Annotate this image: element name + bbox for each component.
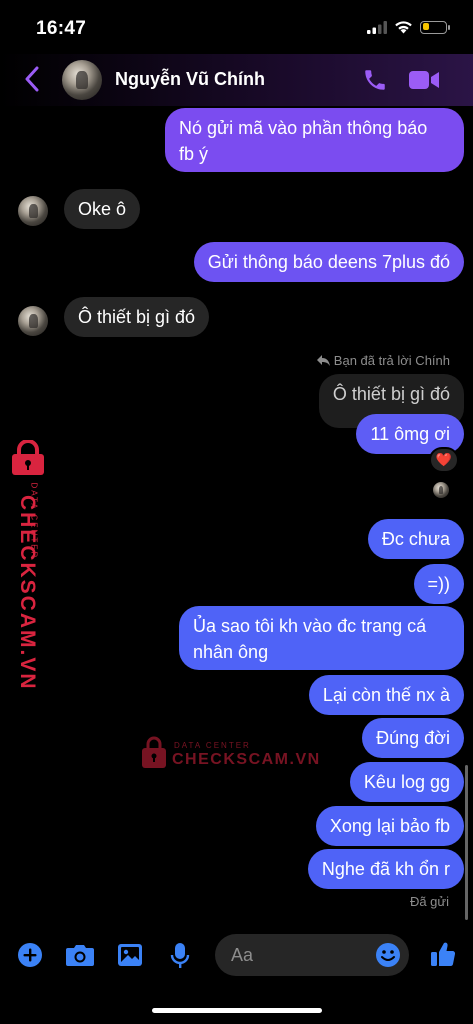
contact-name[interactable]: Nguyễn Vũ Chính — [115, 69, 265, 90]
reply-indicator: Bạn đã trả lời Chính — [316, 353, 450, 368]
wifi-icon — [395, 21, 412, 34]
message-input-box[interactable] — [215, 934, 409, 976]
status-icons — [367, 20, 450, 34]
reaction-emoji: ❤️ — [435, 452, 453, 467]
message-bubble-incoming[interactable]: Ô thiết bị gì đó — [64, 297, 210, 337]
message-bubble-outgoing[interactable]: Gửi thông báo deens 7plus đó — [193, 242, 464, 282]
status-time: 16:47 — [36, 18, 87, 39]
camera-icon[interactable] — [65, 943, 95, 967]
signal-icon — [367, 20, 387, 34]
thumbs-up-icon[interactable] — [429, 940, 457, 968]
reply-arrow-icon — [316, 355, 330, 366]
message-composer — [0, 930, 473, 984]
home-indicator[interactable] — [152, 1008, 322, 1013]
message-line: Ủa sao tôi kh vào đc trang cá — [193, 616, 427, 636]
seen-avatar — [433, 482, 449, 498]
message-bubble-outgoing[interactable]: Ủa sao tôi kh vào đc trang cá nhân ông — [179, 606, 464, 670]
chat-header: Nguyễn Vũ Chính — [0, 54, 473, 106]
contact-avatar[interactable] — [18, 196, 48, 226]
watermark-brand: CHECKSCAM.VN — [16, 495, 39, 691]
message-bubble-outgoing[interactable]: Xong lại bảo fb — [315, 806, 464, 846]
gallery-icon[interactable] — [117, 943, 143, 967]
sent-status: Đã gửi — [409, 894, 449, 909]
message-bubble-outgoing[interactable]: Kêu log gg — [349, 762, 464, 802]
message-line: Nó gửi mã vào phần thông báo — [179, 118, 428, 138]
message-bubble-outgoing[interactable]: Nghe đã kh ổn r — [307, 849, 464, 889]
message-bubble-outgoing[interactable]: Đúng đời — [362, 718, 464, 758]
lock-icon — [142, 736, 166, 768]
watermark-center: DATA CENTER CHECKSCAM.VN — [140, 735, 319, 771]
message-line: nhân ông — [193, 642, 269, 662]
message-bubble-incoming[interactable]: Oke ô — [64, 189, 141, 229]
status-bar: 16:47 — [0, 0, 473, 54]
watermark-brand: CHECKSCAM.VN — [172, 751, 321, 768]
video-call-icon[interactable] — [408, 68, 440, 92]
message-input[interactable] — [231, 934, 361, 976]
message-bubble-outgoing[interactable]: =)) — [413, 564, 464, 604]
microphone-icon[interactable] — [170, 942, 190, 970]
contact-avatar[interactable] — [62, 60, 102, 100]
message-bubble-outgoing[interactable]: Nó gửi mã vào phần thông báo fb ý — [165, 108, 464, 172]
battery-icon — [420, 20, 450, 34]
message-bubble-outgoing[interactable]: Đc chưa — [367, 519, 464, 559]
contact-avatar[interactable] — [18, 306, 48, 336]
lock-icon — [12, 440, 44, 475]
scrollbar[interactable] — [465, 765, 468, 920]
message-bubble-outgoing[interactable]: Lại còn thế nx à — [308, 675, 464, 715]
reply-label-text: Bạn đã trả lời Chính — [333, 353, 450, 368]
heart-reaction[interactable]: ❤️ — [429, 447, 459, 473]
watermark-side: DATA CENTER CHECKSCAM.VN — [6, 440, 50, 691]
watermark-sub: DATA CENTER — [174, 741, 251, 750]
back-chevron-icon[interactable] — [24, 66, 40, 92]
message-line: fb ý — [179, 144, 209, 164]
plus-icon[interactable] — [17, 942, 43, 968]
phone-call-icon[interactable] — [362, 67, 388, 93]
emoji-icon[interactable] — [375, 942, 401, 968]
